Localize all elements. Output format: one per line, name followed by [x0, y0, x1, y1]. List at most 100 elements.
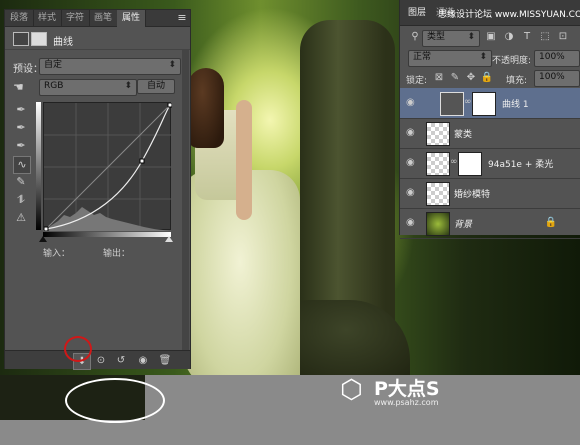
layers-panel: 图层 通道 ⚲ 类型 ⬍ ▣ ◑ T ⬚ ⊡ 正常 ⬍ 不透明度: 100% 锁…: [399, 0, 580, 239]
red-highlight-circle: [64, 336, 92, 362]
adjustment-icon[interactable]: [13, 32, 29, 46]
layer-mask-thumb[interactable]: [458, 152, 482, 176]
site-logo: ⬡ P大点S www.psahz.com: [340, 372, 490, 412]
lock-position-icon[interactable]: ✥: [464, 71, 478, 85]
smart-object-filter-icon[interactable]: ⊡: [556, 30, 570, 44]
curve-point-black[interactable]: [44, 226, 49, 231]
channel-dropdown[interactable]: RGB ⬍: [39, 79, 137, 96]
view-previous-state-icon[interactable]: ⊙: [93, 353, 109, 368]
fill-field[interactable]: 100%: [534, 70, 580, 87]
eye-icon[interactable]: ◉: [406, 186, 420, 200]
fill-value: 100%: [539, 72, 565, 82]
layer-thumb: [426, 182, 450, 206]
eye-icon[interactable]: ◉: [406, 96, 420, 110]
curve-point-white[interactable]: [167, 103, 172, 108]
output-gradient-bar: [36, 102, 41, 230]
properties-bottom-bar: ⬇ ⊙ ↺ ◉ 🗑: [5, 350, 190, 370]
auto-button[interactable]: 自动: [137, 79, 175, 94]
chevron-down-icon: ⬍: [467, 32, 475, 42]
kind-filter-value: 类型: [427, 32, 446, 42]
pixel-filter-icon[interactable]: ▣: [484, 30, 498, 44]
chevron-down-icon: ⬍: [168, 60, 176, 70]
preset-value: 自定: [44, 60, 63, 70]
tab-properties[interactable]: 属性: [117, 10, 146, 27]
layer-name: 蒙类: [454, 130, 473, 140]
layer-row-background[interactable]: ◉ 背景 🔒: [400, 208, 580, 239]
tab-layers[interactable]: 图层: [408, 5, 426, 18]
properties-header: 曲线: [5, 28, 190, 50]
link-icon[interactable]: ∞: [450, 157, 458, 167]
layer-row-curves[interactable]: ◉ ∞ 曲线 1: [400, 88, 580, 119]
shape-filter-icon[interactable]: ⬚: [538, 30, 552, 44]
draw-pencil-icon[interactable]: ✎: [13, 174, 29, 190]
black-slider[interactable]: [39, 236, 47, 242]
logo-cube-icon: ⬡: [340, 375, 363, 405]
input-gradient-bar: [43, 232, 171, 237]
layer-row-mengle[interactable]: ◉ 蒙类: [400, 118, 580, 149]
eye-icon[interactable]: ◉: [406, 216, 420, 230]
layer-name: 曲线 1: [502, 100, 529, 110]
layer-row-model[interactable]: ◉ 婚纱模特: [400, 178, 580, 209]
model-arm: [236, 100, 252, 220]
panel-menu-icon[interactable]: ≡: [175, 11, 189, 25]
eye-icon[interactable]: ◉: [406, 156, 420, 170]
layer-mask-thumb[interactable]: [472, 92, 496, 116]
tab-character[interactable]: 字符: [61, 10, 90, 27]
chevron-down-icon: ⬍: [479, 52, 487, 62]
layer-thumb: [426, 152, 450, 176]
blend-mode-value: 正常: [413, 52, 432, 62]
watermark-top: 思缘设计论坛 www.MISSYUAN.COM: [438, 10, 580, 20]
link-icon[interactable]: ∞: [464, 97, 472, 107]
tab-paragraph[interactable]: 段落: [5, 10, 34, 27]
opacity-label: 不透明度:: [492, 56, 532, 66]
layer-name: 婚纱模特: [454, 190, 491, 200]
smooth-curve-icon[interactable]: ⥮: [13, 192, 29, 208]
input-label: 输入：: [43, 249, 71, 259]
mask-icon[interactable]: [31, 32, 47, 46]
lock-transparent-icon[interactable]: ⊠: [432, 71, 446, 85]
properties-scrollbar[interactable]: [182, 50, 189, 350]
curve-graph[interactable]: [43, 102, 172, 231]
panel-title: 曲线: [53, 37, 73, 48]
filter-search-icon[interactable]: ⚲: [408, 30, 422, 44]
layer-thumb: [426, 122, 450, 146]
blend-mode-dropdown[interactable]: 正常 ⬍: [408, 50, 492, 67]
layer-name: 背景: [454, 220, 473, 230]
tab-styles[interactable]: 样式: [33, 10, 62, 27]
logo-text: P大点S: [374, 378, 440, 400]
preset-dropdown[interactable]: 自定 ⬍: [39, 58, 181, 75]
channel-value: RGB: [44, 81, 64, 91]
eye-icon[interactable]: ◉: [406, 126, 420, 140]
output-label: 输出：: [103, 249, 131, 259]
sample-black-point-icon[interactable]: ✒: [13, 102, 29, 118]
layer-thumb: [426, 212, 450, 236]
trash-icon[interactable]: 🗑: [157, 353, 173, 368]
clipping-warning-icon[interactable]: ⚠: [13, 210, 29, 226]
lock-all-icon[interactable]: 🔒: [480, 71, 494, 85]
properties-tabbar: 段落 样式 字符 画笔 属性 ≡: [5, 10, 190, 27]
kind-filter-dropdown[interactable]: 类型 ⬍: [422, 30, 480, 47]
reset-icon[interactable]: ↺: [113, 353, 129, 368]
model-hair: [188, 68, 224, 148]
sample-white-point-icon[interactable]: ✒: [13, 138, 29, 154]
curve-point-mid[interactable]: [139, 158, 145, 164]
edit-points-curve-icon[interactable]: ∿: [13, 156, 31, 174]
adjustment-filter-icon[interactable]: ◑: [502, 30, 516, 44]
layer-row-softlight[interactable]: ◉ ∞ 94a51e + 柔光: [400, 148, 580, 179]
white-slider[interactable]: [165, 236, 173, 242]
chevron-down-icon: ⬍: [124, 81, 132, 91]
type-filter-icon[interactable]: T: [520, 30, 534, 44]
visibility-eye-icon[interactable]: ◉: [135, 353, 151, 368]
tab-brush[interactable]: 画笔: [89, 10, 118, 27]
lock-image-icon[interactable]: ✎: [448, 71, 462, 85]
target-adjustment-hand-icon[interactable]: ☚: [13, 80, 29, 94]
lock-label: 锁定:: [406, 76, 428, 86]
curve-svg: [44, 103, 172, 231]
opacity-value: 100%: [539, 52, 565, 62]
layer-name: 94a51e + 柔光: [488, 160, 554, 170]
opacity-field[interactable]: 100%: [534, 50, 580, 67]
lock-icon: 🔒: [544, 217, 558, 228]
properties-panel: 段落 样式 字符 画笔 属性 ≡ 曲线 预设： 自定 ⬍ ☚ RGB ⬍ 自动 …: [4, 9, 191, 370]
curves-adjustment-icon: [440, 92, 464, 116]
sample-gray-point-icon[interactable]: ✒: [13, 120, 29, 136]
